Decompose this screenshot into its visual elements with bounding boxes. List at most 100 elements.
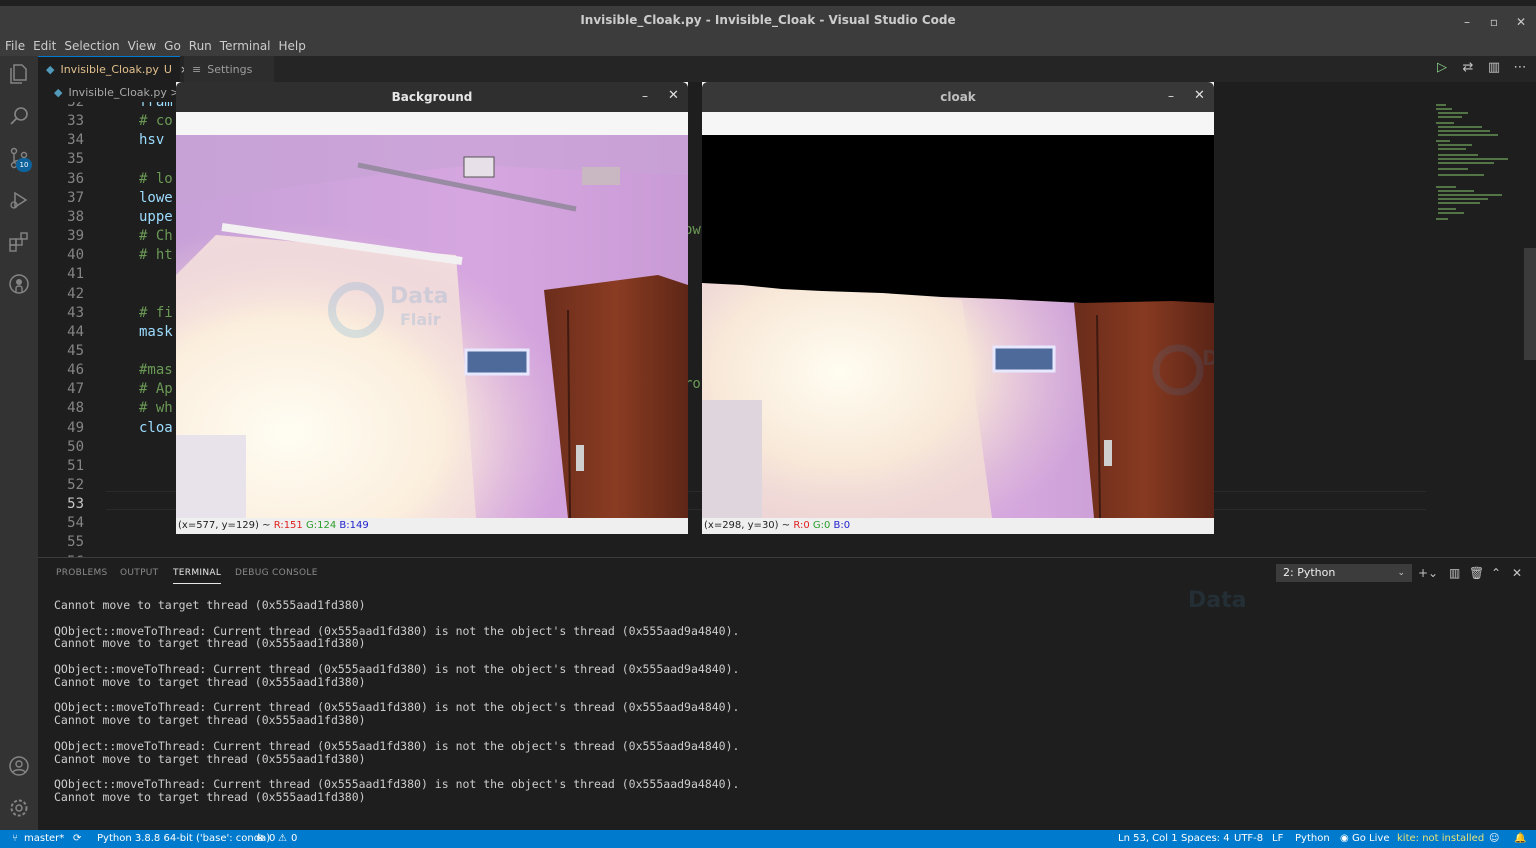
minimap[interactable] [1430,102,1520,242]
maximize-button[interactable]: ▫ [1483,12,1505,32]
menu-run[interactable]: Run [186,39,215,53]
background-window[interactable]: Background – ✕ Data Flair (x=577, y=129)… [176,82,688,534]
pixel-readout: (x=577, y=129) ~ R:151 G:124 B:149 [176,518,688,534]
line-number: 43 [67,304,84,321]
maximize-panel-icon[interactable]: ⌃ [1491,566,1501,580]
line-number: 39 [67,228,84,245]
run-debug-icon[interactable] [7,188,31,212]
terminal-line: QObject::moveToThread: Current thread (0… [54,738,740,753]
github-icon[interactable] [7,272,31,296]
code-comment: # wh [139,400,173,417]
error-icon: ⊗ [256,833,265,844]
activity-bar: 10 [0,56,38,830]
terminal-line: Cannot move to target thread (0x555aad1f… [54,674,366,689]
menu-edit[interactable]: Edit [30,39,59,53]
indentation[interactable]: Spaces: 4 [1181,833,1230,844]
code-comment: # ht [139,247,173,264]
accounts-icon[interactable] [7,754,31,778]
cursor-coords: (x=577, y=129) ~ [178,520,271,531]
terminal-select-value: 2: Python [1283,566,1336,579]
menu-file[interactable]: File [2,39,28,53]
kite-status[interactable]: kite: not installed [1397,833,1484,844]
line-number: 49 [67,419,84,436]
language-mode[interactable]: Python [1295,833,1330,844]
search-icon[interactable] [7,104,31,128]
code-comment: # lo [139,170,173,187]
settings-gear-icon[interactable] [7,796,31,820]
tab-terminal[interactable]: TERMINAL [173,568,222,584]
cursor-position[interactable]: Ln 53, Col 1 [1118,833,1178,844]
go-live-button[interactable]: Go Live [1352,833,1389,844]
encoding[interactable]: UTF-8 [1234,833,1263,844]
line-number: 45 [67,342,84,359]
minimize-icon[interactable]: – [642,89,648,103]
code-line: cloa [139,419,173,436]
menu-help[interactable]: Help [276,39,309,53]
trash-icon[interactable]: 🗑 [1469,566,1484,580]
line-number: 38 [67,208,84,225]
window-titlebar[interactable]: Background – ✕ [176,82,688,112]
cloak-image: Data [702,135,1214,518]
split-terminal-icon[interactable]: ▥ [1449,566,1460,580]
git-branch[interactable]: master* [24,833,64,844]
code-line: lowe [139,189,173,206]
split-editor-icon[interactable]: ▥ [1486,60,1502,75]
watermark: Data [1188,588,1246,613]
tab-output[interactable]: OUTPUT [120,568,158,578]
sync-icon[interactable]: ⟳ [73,833,81,844]
editor-scrollbar[interactable] [1524,248,1536,360]
close-window-button[interactable]: ✕ [1510,12,1532,32]
cloak-window[interactable]: cloak – ✕ D (x=298, y=30) ~ R:0 G:0 B:0 [702,82,1214,534]
tab-debug-console[interactable]: DEBUG CONSOLE [235,568,318,578]
menu-go[interactable]: Go [161,39,184,53]
tab-invisible-cloak[interactable]: ◆ Invisible_Cloak.py U × [38,56,189,82]
close-icon[interactable]: ✕ [1194,88,1205,103]
terminal-line: Cannot move to target thread (0x555aad1f… [54,636,366,651]
terminal-select[interactable]: 2: Python ⌄ [1276,564,1412,582]
terminal-line: Cannot move to target thread (0x555aad1f… [54,790,366,804]
tab-label: Settings [207,62,253,76]
menu-view[interactable]: View [125,39,159,53]
code-line: fram [139,102,173,110]
explorer-icon[interactable] [7,62,31,86]
error-count[interactable]: 0 [269,833,275,844]
breadcrumb-path: Invisible_Cloak.py > ... [68,85,194,99]
line-number: 46 [67,362,84,379]
notifications-icon[interactable]: 🔔 [1514,833,1526,844]
broadcast-icon: ◉ [1340,833,1349,844]
window-title: cloak [940,90,976,104]
python-file-icon: ◆ [54,85,63,99]
warning-count[interactable]: 0 [291,833,297,844]
line-number: 51 [67,457,84,474]
tab-settings[interactable]: ≡ Settings [184,56,274,82]
close-panel-icon[interactable]: ✕ [1512,566,1522,580]
blue-value: B:149 [339,520,369,531]
minimize-button[interactable]: – [1456,12,1478,32]
close-icon[interactable]: ✕ [668,88,679,103]
green-value: G:124 [305,520,337,531]
line-number: 55 [67,534,84,551]
open-changes-icon[interactable]: ⇄ [1460,60,1476,75]
tab-label: Invisible_Cloak.py [60,63,159,76]
line-number: 52 [67,477,84,493]
new-terminal-icon[interactable]: +⌄ [1418,566,1438,580]
more-actions-icon[interactable]: ⋯ [1512,60,1528,75]
red-value: R:0 [793,520,810,531]
python-interpreter[interactable]: Python 3.8.8 64-bit ('base': conda) [97,833,270,844]
line-number: 41 [67,266,84,283]
green-value: G:0 [812,520,831,531]
tab-problems[interactable]: PROBLEMS [56,568,108,578]
extensions-icon[interactable] [7,230,31,254]
run-python-icon[interactable]: ▷ [1434,60,1450,75]
editor-actions: ▷ ⇄ ▥ ⋯ [1434,60,1528,75]
end-of-line[interactable]: LF [1272,833,1283,844]
minimize-icon[interactable]: – [1168,89,1174,103]
chevron-down-icon: ⌄ [1397,568,1405,578]
window-titlebar[interactable]: cloak – ✕ [702,82,1214,112]
line-number: 42 [67,285,84,302]
menu-terminal[interactable]: Terminal [217,39,274,53]
feedback-icon[interactable]: ☺ [1489,833,1499,844]
code-comment: # fi [139,304,173,321]
image-toolbar [702,112,1214,135]
menu-selection[interactable]: Selection [61,39,122,53]
